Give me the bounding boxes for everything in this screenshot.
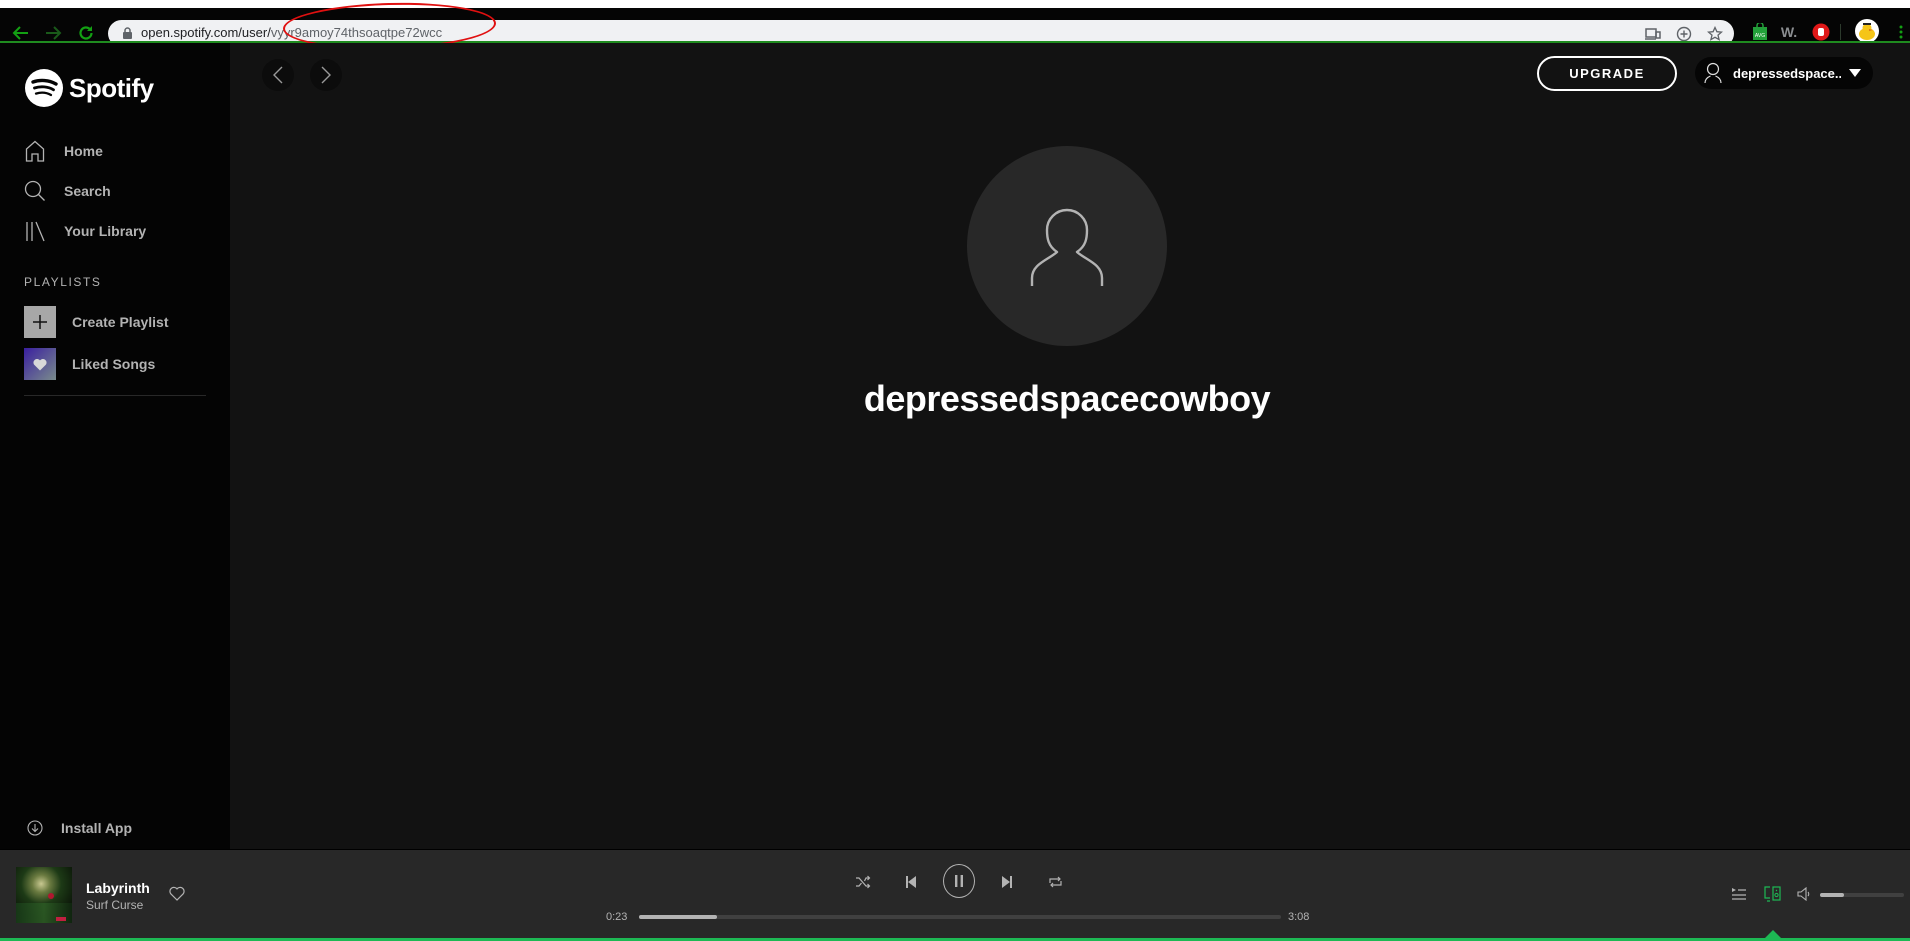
create-playlist-button[interactable]: Create Playlist: [24, 306, 169, 338]
track-artist[interactable]: Surf Curse: [86, 898, 143, 912]
home-icon: [24, 140, 46, 162]
arrow-left-icon: [12, 26, 28, 40]
heart-outline-icon: [169, 886, 185, 901]
track-title[interactable]: Labyrinth: [86, 880, 150, 896]
window-top-strip: [0, 0, 1910, 8]
chevron-right-icon: [321, 66, 331, 84]
arrow-right-icon: [46, 26, 62, 40]
spotify-logo-icon: [25, 69, 63, 107]
user-display-name: depressedspace...: [1733, 65, 1841, 81]
pause-icon: [955, 875, 963, 887]
sidebar-item-label: Home: [64, 143, 103, 159]
elapsed-time: 0:23: [606, 911, 628, 923]
spotify-wordmark: Spotify: [69, 72, 154, 103]
download-circle-icon: [27, 819, 43, 836]
album-cover[interactable]: [16, 867, 72, 923]
profile-avatar: [967, 146, 1167, 346]
repeat-button[interactable]: [1045, 872, 1065, 892]
cover-art-detail: [48, 893, 54, 899]
url-host: open.spotify.com/user/: [141, 25, 271, 40]
sidebar-item-your-library[interactable]: Your Library: [24, 216, 146, 246]
toolbar-divider: [1840, 24, 1841, 40]
sidebar: Spotify Home Search Your Library PLAYLIS…: [0, 43, 230, 849]
adblock-hand-icon[interactable]: [1810, 21, 1832, 43]
browser-menu-button[interactable]: [1890, 21, 1910, 43]
sidebar-item-home[interactable]: Home: [24, 136, 103, 166]
cover-art-detail: [56, 917, 66, 921]
browser-toolbar: open.spotify.com/user/vyyr9amoy74thsoaqt…: [0, 8, 1910, 47]
install-app-button[interactable]: Install App: [0, 806, 230, 849]
user-placeholder-icon: [1030, 208, 1104, 286]
profile-name: depressedspacecowboy: [863, 378, 1271, 419]
search-icon: [24, 180, 46, 202]
history-back-button[interactable]: [262, 59, 294, 91]
history-forward-button[interactable]: [310, 59, 342, 91]
pause-button[interactable]: [943, 864, 975, 898]
volume-icon: [1797, 887, 1810, 901]
user-menu-button[interactable]: depressedspace...: [1695, 57, 1873, 89]
install-app-label: Install App: [61, 819, 133, 836]
plus-icon: [24, 306, 56, 338]
next-track-button[interactable]: [997, 872, 1017, 892]
caret-down-icon: [1849, 69, 1861, 77]
profile-duck-avatar[interactable]: [1855, 19, 1879, 43]
reload-icon: [79, 26, 93, 40]
connect-device-button[interactable]: [1763, 884, 1783, 904]
shuffle-icon: [856, 875, 871, 889]
create-playlist-label: Create Playlist: [72, 314, 169, 330]
queue-button[interactable]: [1730, 885, 1748, 903]
svg-text:AVG: AVG: [1755, 33, 1765, 39]
sidebar-divider: [24, 395, 206, 396]
skip-forward-icon: [1002, 876, 1012, 888]
heart-icon: [24, 348, 56, 380]
url-text: open.spotify.com/user/vyyr9amoy74thsoaqt…: [141, 25, 442, 40]
save-to-library-button[interactable]: [169, 886, 185, 906]
mute-button[interactable]: [1795, 885, 1813, 903]
chevron-left-icon: [273, 66, 283, 84]
library-icon: [24, 220, 46, 242]
url-path: vyyr9amoy74thsoaqtpe72wcc: [270, 25, 443, 40]
liked-songs-link[interactable]: Liked Songs: [24, 348, 155, 380]
volume-slider-fill: [1820, 893, 1845, 897]
repeat-icon: [1048, 876, 1062, 888]
sidebar-item-label: Your Library: [64, 223, 147, 239]
devices-icon: [1764, 886, 1781, 902]
lock-icon: [123, 27, 132, 39]
playlists-heading: PLAYLISTS: [24, 275, 102, 289]
volume-slider[interactable]: [1820, 893, 1904, 897]
skip-back-icon: [906, 876, 916, 888]
user-icon: [1704, 62, 1722, 84]
sidebar-item-label: Search: [64, 183, 111, 199]
sidebar-item-search[interactable]: Search: [24, 176, 111, 206]
previous-track-button[interactable]: [901, 872, 921, 892]
liked-songs-label: Liked Songs: [72, 356, 156, 372]
playback-progress-bar[interactable]: [639, 915, 1281, 919]
main-view: UPGRADE depressedspace... depressedspace…: [230, 43, 1910, 849]
shuffle-button[interactable]: [853, 872, 873, 892]
w-extension-icon[interactable]: W.: [1778, 21, 1800, 43]
avg-icon[interactable]: AVG: [1749, 21, 1771, 43]
track-duration: 3:08: [1288, 911, 1310, 923]
upgrade-button[interactable]: UPGRADE: [1537, 56, 1677, 91]
spotify-logo[interactable]: Spotify: [25, 69, 154, 107]
queue-icon: [1732, 888, 1746, 900]
playback-progress-fill: [639, 915, 718, 919]
